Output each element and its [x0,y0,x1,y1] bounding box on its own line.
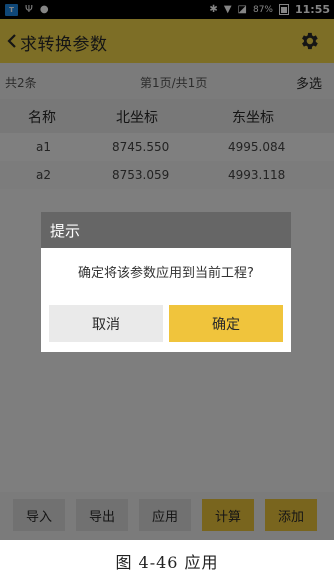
dialog-message: 确定将该参数应用到当前工程? [78,266,254,281]
confirm-dialog: 提示 确定将该参数应用到当前工程? 取消 确定 [41,212,291,352]
figure-caption: 图 4-46 应用 [115,553,219,572]
phone-screen: T Ψ ● ✱ ▼ ◪ 87% 11:55 求转换参数 共2条 第1页/共1页 … [0,0,334,540]
confirm-button[interactable]: 确定 [169,305,283,342]
dialog-title: 提示 [50,222,81,240]
dialog-header: 提示 [41,212,291,248]
cancel-button[interactable]: 取消 [49,305,163,342]
